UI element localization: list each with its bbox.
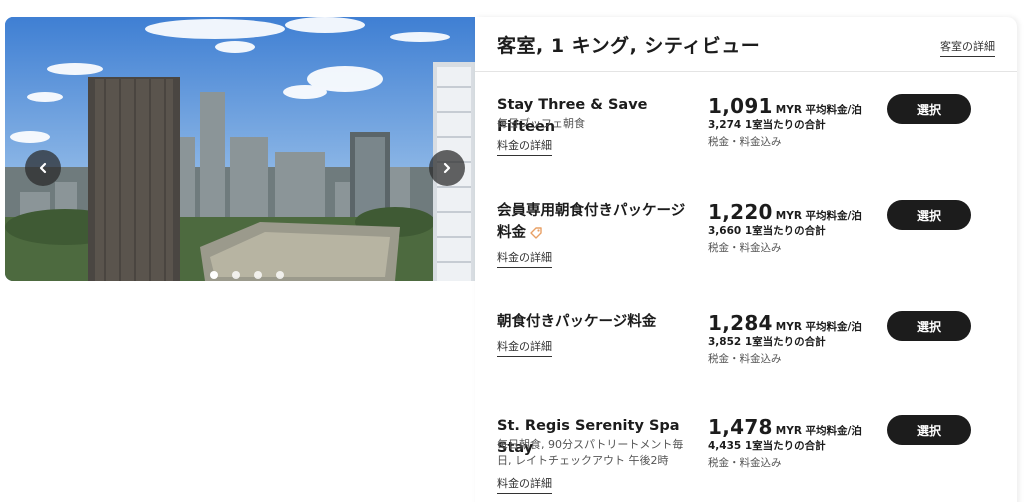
price-unit: MYR 平均料金/泊: [775, 210, 862, 222]
rate-name-text: 会員専用朝食付きパッケージ料金: [497, 203, 686, 241]
room-title: 客室, 1 キング, シティビュー: [497, 35, 761, 57]
tax-note: 税金・料金込み: [708, 136, 782, 148]
tax-note: 税金・料金込み: [708, 457, 782, 469]
carousel-dot[interactable]: [232, 271, 240, 279]
room-rates-card: 客室, 1 キング, シティビュー 客室の詳細 Stay Three & Sav…: [475, 17, 1017, 502]
rate-details-link[interactable]: 料金の詳細: [497, 475, 552, 494]
price-block: 1,091 MYR 平均料金/泊 3,274 1室当たりの合計 税金・料金込み: [708, 94, 878, 149]
total-price: 3,274 1室当たりの合計: [708, 119, 826, 131]
rate-name: 会員専用朝食付きパッケージ料金: [497, 200, 697, 244]
room-photo-carousel[interactable]: [5, 17, 475, 281]
rate-description: 毎日朝食, 90分スパトリートメント毎日, レイトチェックアウト 午後2時: [497, 438, 684, 467]
chevron-left-icon: [39, 162, 47, 174]
nightly-price: 1,220: [708, 200, 773, 224]
room-photo: [5, 17, 475, 281]
price-block: 1,284 MYR 平均料金/泊 3,852 1室当たりの合計 税金・料金込み: [708, 311, 878, 366]
tax-note: 税金・料金込み: [708, 242, 782, 254]
price-unit: MYR 平均料金/泊: [775, 425, 862, 437]
rate-details-link[interactable]: 料金の詳細: [497, 249, 552, 268]
nightly-price: 1,284: [708, 311, 773, 335]
total-price: 3,660 1室当たりの合計: [708, 225, 826, 237]
total-price: 4,435 1室当たりの合計: [708, 440, 826, 452]
chevron-right-icon: [443, 162, 451, 174]
total-price: 3,852 1室当たりの合計: [708, 336, 826, 348]
room-details-link[interactable]: 客室の詳細: [940, 38, 995, 57]
carousel-dot[interactable]: [254, 271, 262, 279]
select-button[interactable]: 選択: [887, 94, 971, 124]
rate-name: 朝食付きパッケージ料金: [497, 314, 657, 330]
carousel-indicators: [210, 271, 284, 279]
member-tag-icon: [530, 227, 542, 239]
carousel-next-button[interactable]: [429, 150, 465, 186]
rate-details-link[interactable]: 料金の詳細: [497, 137, 552, 156]
rate-details-link[interactable]: 料金の詳細: [497, 338, 552, 357]
price-block: 1,478 MYR 平均料金/泊 4,435 1室当たりの合計 税金・料金込み: [708, 415, 878, 470]
select-button[interactable]: 選択: [887, 311, 971, 341]
tax-note: 税金・料金込み: [708, 353, 782, 365]
select-button[interactable]: 選択: [887, 200, 971, 230]
select-button[interactable]: 選択: [887, 415, 971, 445]
carousel-dot[interactable]: [210, 271, 218, 279]
nightly-price: 1,478: [708, 415, 773, 439]
price-block: 1,220 MYR 平均料金/泊 3,660 1室当たりの合計 税金・料金込み: [708, 200, 878, 255]
room-header: 客室, 1 キング, シティビュー 客室の詳細: [475, 17, 1017, 72]
price-unit: MYR 平均料金/泊: [775, 104, 862, 116]
nightly-price: 1,091: [708, 94, 773, 118]
price-unit: MYR 平均料金/泊: [775, 321, 862, 333]
carousel-prev-button[interactable]: [25, 150, 61, 186]
carousel-dot[interactable]: [276, 271, 284, 279]
rate-description: 毎日ブッフェ朝食: [497, 117, 585, 130]
